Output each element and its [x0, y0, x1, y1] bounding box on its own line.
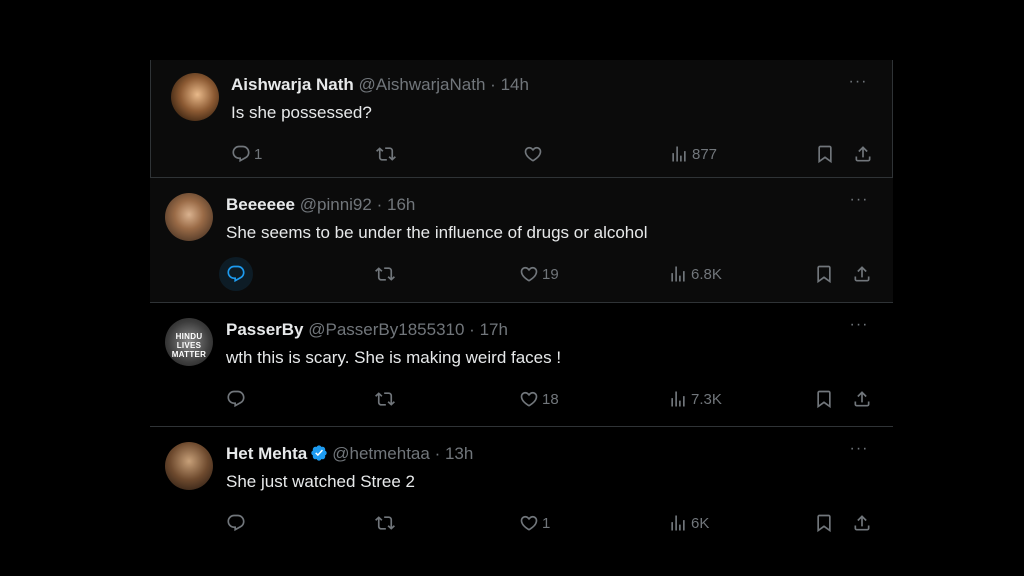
display-name[interactable]: Het Mehta: [226, 444, 307, 463]
tweet-header: Het Mehta @hetmehtaa · 13h: [226, 444, 473, 464]
tweet[interactable]: Beeeeee @pinni92 · 16h ··· She seems to …: [150, 178, 893, 303]
reply-icon: [231, 144, 251, 164]
like-button[interactable]: 18: [519, 387, 559, 411]
bookmark-icon: [815, 144, 835, 164]
share-icon: [852, 513, 872, 533]
reply-button[interactable]: 1: [231, 142, 262, 166]
like-icon: [519, 389, 539, 409]
retweet-icon: [375, 389, 395, 409]
views-icon: [668, 389, 688, 409]
like-button[interactable]: 1: [519, 511, 550, 535]
views-count: 6K: [691, 514, 710, 532]
views-count: 6.8K: [691, 265, 722, 283]
reply-button[interactable]: [226, 387, 249, 411]
separator: ·: [469, 320, 475, 339]
views-button[interactable]: 877: [669, 142, 717, 166]
separator: ·: [434, 444, 441, 463]
more-icon[interactable]: ···: [847, 317, 871, 337]
more-icon[interactable]: ···: [846, 74, 870, 94]
reply-button[interactable]: [219, 257, 253, 291]
views-count: 877: [692, 145, 718, 163]
views-count: 7.3K: [691, 390, 722, 408]
views-button[interactable]: 6.8K: [668, 262, 722, 286]
like-button[interactable]: 19: [519, 262, 559, 286]
more-icon[interactable]: ···: [847, 441, 871, 461]
tweet-header: PasserBy @PasserBy1855310 · 17h: [226, 320, 508, 340]
retweet-button[interactable]: [375, 387, 398, 411]
action-bar: 1 877: [151, 142, 894, 166]
bookmark-icon: [814, 389, 834, 409]
avatar[interactable]: [171, 73, 219, 121]
share-icon: [853, 144, 873, 164]
avatar[interactable]: HINDU LIVES MATTER: [165, 318, 213, 366]
share-icon: [852, 389, 872, 409]
share-button[interactable]: [852, 511, 872, 535]
like-icon: [519, 264, 539, 284]
like-count: 19: [542, 265, 559, 283]
display-name[interactable]: Aishwarja Nath: [231, 75, 354, 94]
bookmark-button[interactable]: [815, 142, 835, 166]
bookmark-icon: [814, 264, 834, 284]
tweet-text: She just watched Stree 2: [226, 472, 416, 491]
reply-icon: [226, 513, 246, 533]
tweet-header: Beeeeee @pinni92 · 16h: [226, 195, 415, 215]
retweet-button[interactable]: [375, 511, 398, 535]
display-name[interactable]: PasserBy: [226, 320, 304, 339]
tweet-text: Is she possessed?: [231, 103, 372, 122]
display-name[interactable]: Beeeeee: [226, 195, 295, 214]
retweet-button[interactable]: [376, 142, 399, 166]
share-button[interactable]: [853, 142, 873, 166]
retweet-icon: [375, 513, 395, 533]
bookmark-button[interactable]: [814, 387, 834, 411]
tweet-text: wth this is scary. She is making weird f…: [226, 348, 562, 367]
timestamp[interactable]: 14h: [501, 75, 529, 94]
reply-button[interactable]: [226, 511, 249, 535]
like-button[interactable]: [523, 142, 546, 166]
avatar[interactable]: [165, 193, 213, 241]
views-button[interactable]: 6K: [668, 511, 709, 535]
user-handle[interactable]: @AishwarjaNath: [359, 75, 486, 94]
action-bar: 18 7.3K: [150, 387, 893, 411]
avatar-text: HINDU LIVES MATTER: [171, 332, 207, 359]
views-button[interactable]: 7.3K: [668, 387, 722, 411]
like-count: 1: [542, 514, 551, 532]
reply-count: 1: [254, 145, 263, 163]
timestamp[interactable]: 16h: [387, 195, 415, 214]
tweet-text: She seems to be under the influence of d…: [226, 223, 648, 242]
separator: ·: [376, 195, 383, 214]
share-button[interactable]: [852, 387, 872, 411]
bookmark-button[interactable]: [814, 262, 834, 286]
retweet-icon: [375, 264, 395, 284]
bookmark-button[interactable]: [814, 511, 834, 535]
user-handle[interactable]: @pinni92: [300, 195, 372, 214]
views-icon: [668, 264, 688, 284]
tweet[interactable]: Aishwarja Nath @AishwarjaNath · 14h ··· …: [150, 60, 893, 178]
user-handle[interactable]: @PasserBy1855310: [308, 320, 464, 339]
share-icon: [852, 264, 872, 284]
like-icon: [519, 513, 539, 533]
action-bar: 1 6K: [150, 511, 893, 535]
tweet[interactable]: Het Mehta @hetmehtaa · 13h ··· She just w…: [150, 427, 893, 557]
more-icon[interactable]: ···: [847, 192, 871, 212]
timestamp[interactable]: 13h: [445, 444, 473, 463]
avatar[interactable]: [165, 442, 213, 490]
separator: ·: [490, 75, 496, 94]
like-count: 18: [542, 390, 559, 408]
reply-feed: Aishwarja Nath @AishwarjaNath · 14h ··· …: [0, 0, 1024, 576]
bookmark-icon: [814, 513, 834, 533]
verified-badge-icon: [310, 444, 328, 462]
views-icon: [669, 144, 689, 164]
retweet-button[interactable]: [375, 262, 398, 286]
reply-icon: [226, 264, 246, 284]
timestamp[interactable]: 17h: [480, 320, 508, 339]
action-bar: 19 6.8K: [150, 257, 893, 291]
tweet[interactable]: HINDU LIVES MATTER PasserBy @PasserBy185…: [150, 303, 893, 427]
user-handle[interactable]: @hetmehtaa: [332, 444, 430, 463]
retweet-icon: [376, 144, 396, 164]
like-icon: [523, 144, 543, 164]
views-icon: [668, 513, 688, 533]
share-button[interactable]: [852, 262, 872, 286]
reply-icon: [226, 389, 246, 409]
tweet-header: Aishwarja Nath @AishwarjaNath · 14h: [231, 75, 529, 95]
